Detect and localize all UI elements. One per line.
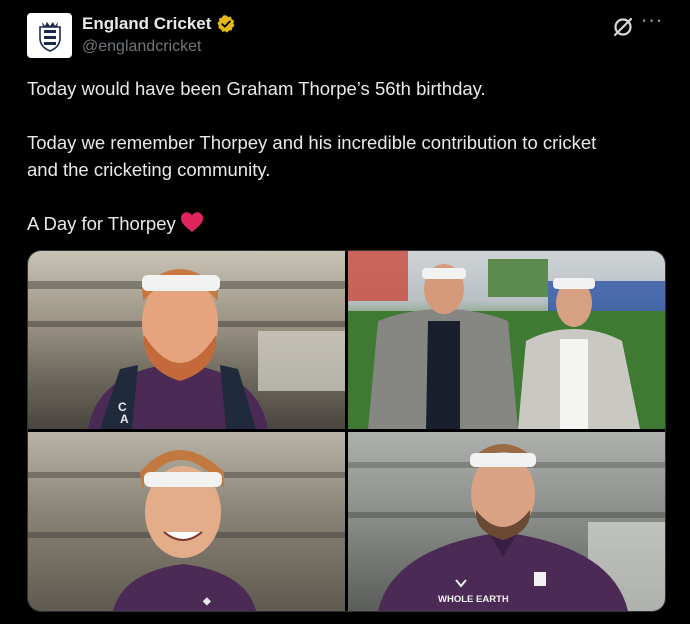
photo-1-image: C A [28, 269, 345, 429]
photo-3[interactable]: ◆ [28, 432, 345, 611]
avatar[interactable] [27, 13, 72, 58]
more-options-icon[interactable]: ··· [641, 11, 663, 31]
photo-2-image [348, 251, 665, 429]
tweet-text-line-4: A Day for Thorpey [27, 210, 204, 237]
photo-1[interactable]: C A [28, 251, 345, 429]
shirt-sponsor-text: WHOLE EARTH [438, 594, 509, 605]
three-lions-crest-icon [38, 21, 61, 52]
display-name[interactable]: England Cricket [82, 14, 211, 34]
tweet-text-line-1: Today would have been Graham Thorpe’s 56… [27, 78, 486, 99]
tweet-text-line-3: and the cricketing community. [27, 159, 271, 180]
account-handle[interactable]: @englandcricket [82, 38, 201, 56]
display-name-row[interactable]: England Cricket [82, 14, 236, 34]
photo-2[interactable] [348, 251, 665, 429]
tweet-card: England Cricket @englandcricket ··· Toda… [0, 0, 690, 624]
photo-3-image: ◆ [28, 450, 345, 611]
svg-text:A: A [120, 412, 129, 426]
media-grid: C A ◆ WHOLE EARTH [27, 250, 666, 612]
svg-text:◆: ◆ [202, 596, 211, 607]
hashtag-line-text: A Day for Thorpey [27, 213, 176, 234]
photo-4[interactable]: WHOLE EARTH [348, 432, 665, 611]
verified-badge-icon [217, 15, 235, 33]
tweet-text-line-2: Today we remember Thorpey and his incred… [27, 132, 597, 153]
grok-icon[interactable] [611, 15, 635, 39]
red-heart-icon [180, 212, 203, 232]
photo-4-image: WHOLE EARTH [348, 444, 665, 611]
